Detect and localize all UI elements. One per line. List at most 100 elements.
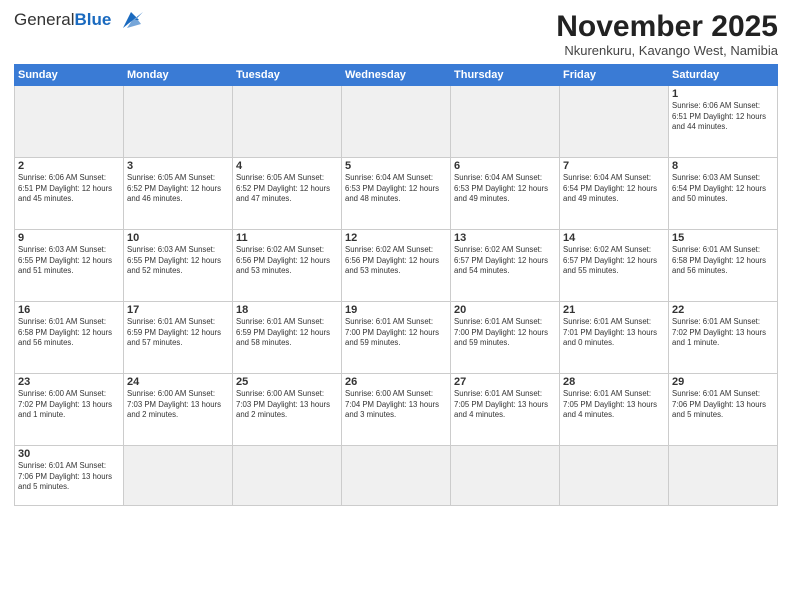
day-number: 16 (18, 304, 120, 316)
table-row: 27Sunrise: 6:01 AM Sunset: 7:05 PM Dayli… (451, 374, 560, 446)
calendar-table: Sunday Monday Tuesday Wednesday Thursday… (14, 64, 778, 506)
table-row: 20Sunrise: 6:01 AM Sunset: 7:00 PM Dayli… (451, 302, 560, 374)
logo-icon (115, 10, 147, 30)
day-info: Sunrise: 6:01 AM Sunset: 7:00 PM Dayligh… (454, 317, 556, 349)
table-row: 11Sunrise: 6:02 AM Sunset: 6:56 PM Dayli… (233, 230, 342, 302)
day-number: 7 (563, 160, 665, 172)
table-row: 24Sunrise: 6:00 AM Sunset: 7:03 PM Dayli… (124, 374, 233, 446)
table-row: 13Sunrise: 6:02 AM Sunset: 6:57 PM Dayli… (451, 230, 560, 302)
col-tuesday: Tuesday (233, 65, 342, 86)
table-row: 7Sunrise: 6:04 AM Sunset: 6:54 PM Daylig… (560, 158, 669, 230)
day-info: Sunrise: 6:01 AM Sunset: 7:01 PM Dayligh… (563, 317, 665, 349)
day-info: Sunrise: 6:03 AM Sunset: 6:55 PM Dayligh… (127, 245, 229, 277)
table-row: 4Sunrise: 6:05 AM Sunset: 6:52 PM Daylig… (233, 158, 342, 230)
day-number: 2 (18, 160, 120, 172)
table-row (669, 446, 778, 506)
table-row: 18Sunrise: 6:01 AM Sunset: 6:59 PM Dayli… (233, 302, 342, 374)
day-info: Sunrise: 6:05 AM Sunset: 6:52 PM Dayligh… (127, 173, 229, 205)
title-area: November 2025 Nkurenkuru, Kavango West, … (556, 10, 778, 58)
table-row: 29Sunrise: 6:01 AM Sunset: 7:06 PM Dayli… (669, 374, 778, 446)
day-number: 5 (345, 160, 447, 172)
table-row: 10Sunrise: 6:03 AM Sunset: 6:55 PM Dayli… (124, 230, 233, 302)
day-info: Sunrise: 6:02 AM Sunset: 6:57 PM Dayligh… (454, 245, 556, 277)
calendar-header-row: Sunday Monday Tuesday Wednesday Thursday… (15, 65, 778, 86)
day-number: 4 (236, 160, 338, 172)
table-row: 23Sunrise: 6:00 AM Sunset: 7:02 PM Dayli… (15, 374, 124, 446)
table-row: 21Sunrise: 6:01 AM Sunset: 7:01 PM Dayli… (560, 302, 669, 374)
col-saturday: Saturday (669, 65, 778, 86)
day-info: Sunrise: 6:01 AM Sunset: 7:06 PM Dayligh… (672, 389, 774, 421)
day-info: Sunrise: 6:01 AM Sunset: 7:00 PM Dayligh… (345, 317, 447, 349)
table-row: 30Sunrise: 6:01 AM Sunset: 7:06 PM Dayli… (15, 446, 124, 506)
day-info: Sunrise: 6:00 AM Sunset: 7:03 PM Dayligh… (127, 389, 229, 421)
logo: GeneralBlue (14, 10, 147, 30)
day-info: Sunrise: 6:06 AM Sunset: 6:51 PM Dayligh… (18, 173, 120, 205)
day-info: Sunrise: 6:00 AM Sunset: 7:04 PM Dayligh… (345, 389, 447, 421)
day-number: 22 (672, 304, 774, 316)
day-info: Sunrise: 6:01 AM Sunset: 7:06 PM Dayligh… (18, 461, 120, 493)
day-number: 30 (18, 448, 120, 460)
day-number: 8 (672, 160, 774, 172)
day-info: Sunrise: 6:04 AM Sunset: 6:53 PM Dayligh… (454, 173, 556, 205)
day-number: 19 (345, 304, 447, 316)
day-number: 9 (18, 232, 120, 244)
day-info: Sunrise: 6:01 AM Sunset: 6:59 PM Dayligh… (236, 317, 338, 349)
table-row (560, 446, 669, 506)
day-info: Sunrise: 6:04 AM Sunset: 6:53 PM Dayligh… (345, 173, 447, 205)
day-number: 11 (236, 232, 338, 244)
day-info: Sunrise: 6:05 AM Sunset: 6:52 PM Dayligh… (236, 173, 338, 205)
day-number: 28 (563, 376, 665, 388)
day-info: Sunrise: 6:00 AM Sunset: 7:02 PM Dayligh… (18, 389, 120, 421)
day-number: 21 (563, 304, 665, 316)
col-thursday: Thursday (451, 65, 560, 86)
table-row: 26Sunrise: 6:00 AM Sunset: 7:04 PM Dayli… (342, 374, 451, 446)
table-row: 9Sunrise: 6:03 AM Sunset: 6:55 PM Daylig… (15, 230, 124, 302)
page-header: GeneralBlue November 2025 Nkurenkuru, Ka… (14, 10, 778, 58)
day-number: 20 (454, 304, 556, 316)
day-info: Sunrise: 6:06 AM Sunset: 6:51 PM Dayligh… (672, 101, 774, 133)
day-info: Sunrise: 6:03 AM Sunset: 6:54 PM Dayligh… (672, 173, 774, 205)
day-info: Sunrise: 6:02 AM Sunset: 6:57 PM Dayligh… (563, 245, 665, 277)
table-row: 8Sunrise: 6:03 AM Sunset: 6:54 PM Daylig… (669, 158, 778, 230)
day-number: 18 (236, 304, 338, 316)
day-number: 3 (127, 160, 229, 172)
table-row (451, 446, 560, 506)
day-info: Sunrise: 6:04 AM Sunset: 6:54 PM Dayligh… (563, 173, 665, 205)
table-row: 3Sunrise: 6:05 AM Sunset: 6:52 PM Daylig… (124, 158, 233, 230)
day-info: Sunrise: 6:01 AM Sunset: 6:59 PM Dayligh… (127, 317, 229, 349)
table-row (233, 446, 342, 506)
day-number: 12 (345, 232, 447, 244)
table-row (342, 86, 451, 158)
table-row (15, 86, 124, 158)
day-number: 27 (454, 376, 556, 388)
day-info: Sunrise: 6:02 AM Sunset: 6:56 PM Dayligh… (236, 245, 338, 277)
day-info: Sunrise: 6:01 AM Sunset: 6:58 PM Dayligh… (18, 317, 120, 349)
table-row: 15Sunrise: 6:01 AM Sunset: 6:58 PM Dayli… (669, 230, 778, 302)
table-row: 1Sunrise: 6:06 AM Sunset: 6:51 PM Daylig… (669, 86, 778, 158)
day-number: 15 (672, 232, 774, 244)
table-row (124, 446, 233, 506)
table-row: 17Sunrise: 6:01 AM Sunset: 6:59 PM Dayli… (124, 302, 233, 374)
table-row: 19Sunrise: 6:01 AM Sunset: 7:00 PM Dayli… (342, 302, 451, 374)
col-friday: Friday (560, 65, 669, 86)
day-number: 26 (345, 376, 447, 388)
day-number: 14 (563, 232, 665, 244)
day-number: 13 (454, 232, 556, 244)
table-row: 5Sunrise: 6:04 AM Sunset: 6:53 PM Daylig… (342, 158, 451, 230)
logo-text: GeneralBlue (14, 10, 111, 30)
day-info: Sunrise: 6:01 AM Sunset: 7:02 PM Dayligh… (672, 317, 774, 349)
table-row: 14Sunrise: 6:02 AM Sunset: 6:57 PM Dayli… (560, 230, 669, 302)
table-row: 6Sunrise: 6:04 AM Sunset: 6:53 PM Daylig… (451, 158, 560, 230)
day-number: 24 (127, 376, 229, 388)
table-row: 12Sunrise: 6:02 AM Sunset: 6:56 PM Dayli… (342, 230, 451, 302)
table-row: 25Sunrise: 6:00 AM Sunset: 7:03 PM Dayli… (233, 374, 342, 446)
day-number: 6 (454, 160, 556, 172)
table-row: 2Sunrise: 6:06 AM Sunset: 6:51 PM Daylig… (15, 158, 124, 230)
day-number: 29 (672, 376, 774, 388)
day-info: Sunrise: 6:01 AM Sunset: 7:05 PM Dayligh… (563, 389, 665, 421)
col-wednesday: Wednesday (342, 65, 451, 86)
location-subtitle: Nkurenkuru, Kavango West, Namibia (556, 43, 778, 58)
day-info: Sunrise: 6:00 AM Sunset: 7:03 PM Dayligh… (236, 389, 338, 421)
month-title: November 2025 (556, 10, 778, 43)
day-info: Sunrise: 6:02 AM Sunset: 6:56 PM Dayligh… (345, 245, 447, 277)
